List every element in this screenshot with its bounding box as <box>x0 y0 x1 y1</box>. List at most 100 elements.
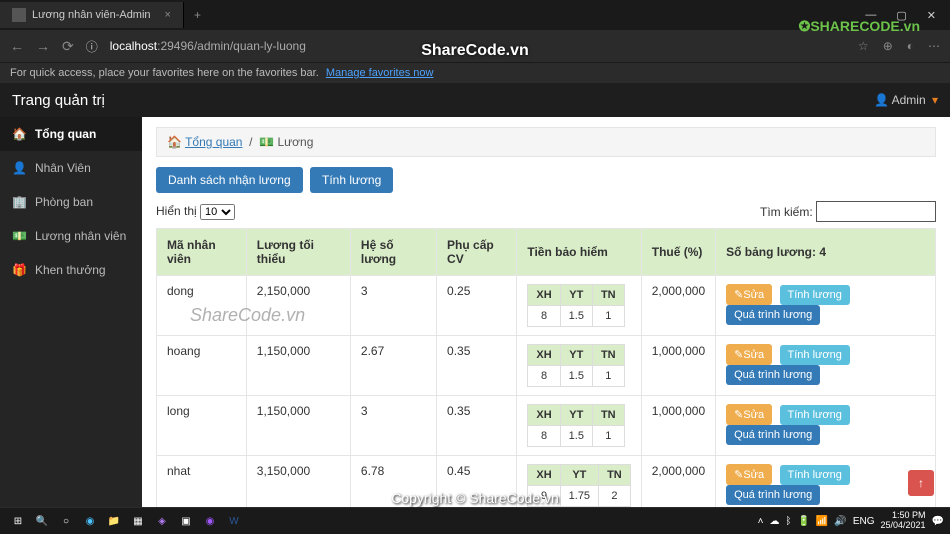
close-window-icon[interactable]: ✕ <box>927 9 936 22</box>
cell-heso: 3 <box>350 276 436 336</box>
wifi-icon[interactable]: 📶 <box>816 516 828 527</box>
money-icon: 💵 <box>259 135 274 149</box>
collections-icon[interactable]: ⊕ <box>883 39 893 53</box>
vs-icon[interactable]: ◈ <box>154 513 170 529</box>
app-header: Trang quản trị 👤 Admin ▾ <box>0 83 950 117</box>
cell-baohiem: XHYTTN81.51 <box>517 276 641 336</box>
table-row: hoang1,150,0002.670.35XHYTTN81.511,000,0… <box>157 336 936 396</box>
cell-thue: 2,000,000 <box>641 456 715 508</box>
col-baohiem: Tiền bảo hiểm <box>517 229 641 276</box>
browser-tab[interactable]: Lương nhân viên-Admin × <box>0 2 184 28</box>
main-content: 🏠 Tổng quan / 💵 Lương Danh sách nhận lươ… <box>142 117 950 507</box>
app-icon[interactable]: ▦ <box>130 513 146 529</box>
cell-ma: dong <box>157 276 247 336</box>
search-label: Tìm kiếm: <box>760 205 813 219</box>
table-row: long1,150,00030.35XHYTTN81.511,000,000✎S… <box>157 396 936 456</box>
edit-button[interactable]: ✎Sửa <box>726 284 772 305</box>
cell-actions: ✎Sửa Tính lương Quá trình lương <box>716 456 936 508</box>
clock[interactable]: 1:50 PM 25/04/2021 <box>881 511 926 531</box>
lang-indicator[interactable]: ENG <box>853 516 875 527</box>
cell-thue: 2,000,000 <box>641 276 715 336</box>
sidebar-item-reward[interactable]: 🎁 Khen thưởng <box>0 253 142 287</box>
list-salary-button[interactable]: Danh sách nhận lương <box>156 167 303 193</box>
chevron-down-icon: ▾ <box>932 93 938 107</box>
app2-icon[interactable]: ▣ <box>178 513 194 529</box>
messenger-icon[interactable]: ◉ <box>202 513 218 529</box>
volume-icon[interactable]: 🔊 <box>834 516 846 527</box>
sidebar: 🏠 Tổng quan 👤 Nhân Viên 🏢 Phòng ban 💵 Lư… <box>0 117 142 507</box>
sidebar-item-label: Tổng quan <box>35 127 96 141</box>
sidebar-item-label: Khen thưởng <box>35 263 106 277</box>
salary-table: Mã nhân viên Lương tối thiểu Hệ số lương… <box>156 228 936 507</box>
calc-button[interactable]: Tính lương <box>780 465 850 485</box>
history-button[interactable]: Quá trình lương <box>726 305 820 325</box>
col-phucap: Phụ cấp CV <box>437 229 517 276</box>
edit-button[interactable]: ✎Sửa <box>726 344 772 365</box>
taskbar: ⊞ 🔍 ○ ◉ 📁 ▦ ◈ ▣ ◉ W ˄ ☁ ᛒ 🔋 📶 🔊 ENG 1:50… <box>0 508 950 534</box>
history-button[interactable]: Quá trình lương <box>726 425 820 445</box>
forward-icon[interactable]: → <box>36 38 50 54</box>
sidebar-item-department[interactable]: 🏢 Phòng ban <box>0 185 142 219</box>
cell-phucap: 0.35 <box>437 396 517 456</box>
favorite-icon[interactable]: ☆ <box>858 39 869 53</box>
page-size-select[interactable]: 10 <box>200 204 235 220</box>
edit-button[interactable]: ✎Sửa <box>726 464 772 485</box>
history-button[interactable]: Quá trình lương <box>726 485 820 505</box>
sidebar-item-overview[interactable]: 🏠 Tổng quan <box>0 117 142 151</box>
favorites-bar: For quick access, place your favorites h… <box>0 62 950 83</box>
user-icon: 👤 <box>12 161 27 175</box>
explorer-icon[interactable]: 📁 <box>106 513 122 529</box>
calc-button[interactable]: Tính lương <box>780 405 850 425</box>
battery-icon[interactable]: 🔋 <box>797 516 809 527</box>
sidebar-item-label: Phòng ban <box>35 195 93 209</box>
manage-favorites-link[interactable]: Manage favorites now <box>326 67 434 79</box>
calc-salary-button[interactable]: Tính lương <box>310 167 393 193</box>
cloud-icon[interactable]: ☁ <box>769 516 779 527</box>
profile-icon[interactable]: ◐ <box>907 39 914 53</box>
cell-ma: nhat <box>157 456 247 508</box>
dashboard-icon: 🏠 <box>12 127 27 141</box>
search-icon[interactable]: 🔍 <box>34 513 50 529</box>
cell-luong: 3,150,000 <box>246 456 350 508</box>
cell-baohiem: XHYTTN81.51 <box>517 396 641 456</box>
copyright-watermark: Copyright © ShareCode.vn <box>391 490 559 506</box>
search-input[interactable] <box>816 201 936 222</box>
tray-up-icon[interactable]: ˄ <box>758 516 764 527</box>
edge-icon[interactable]: ◉ <box>82 513 98 529</box>
close-icon[interactable]: × <box>165 9 171 21</box>
watermark-top: ShareCode.vn <box>421 42 529 60</box>
start-icon[interactable]: ⊞ <box>10 513 26 529</box>
cell-baohiem: XHYTTN81.51 <box>517 336 641 396</box>
arrow-up-icon: ↑ <box>918 476 924 490</box>
menu-icon[interactable]: ⋯ <box>928 39 940 53</box>
cell-heso: 3 <box>350 396 436 456</box>
sidebar-item-employee[interactable]: 👤 Nhân Viên <box>0 151 142 185</box>
cell-luong: 2,150,000 <box>246 276 350 336</box>
bluetooth-icon[interactable]: ᛒ <box>785 516 791 527</box>
info-icon[interactable]: ⓘ <box>86 38 98 55</box>
breadcrumb: 🏠 Tổng quan / 💵 Lương <box>156 127 936 157</box>
new-tab-button[interactable]: + <box>184 8 211 22</box>
page-title: Trang quản trị <box>12 92 105 109</box>
scroll-top-button[interactable]: ↑ <box>908 470 934 496</box>
refresh-icon[interactable]: ⟳ <box>62 38 74 55</box>
calc-button[interactable]: Tính lương <box>780 345 850 365</box>
back-icon[interactable]: ← <box>10 38 24 54</box>
page-favicon <box>12 8 26 22</box>
cell-actions: ✎Sửa Tính lương Quá trình lương <box>716 276 936 336</box>
sidebar-item-salary[interactable]: 💵 Lương nhân viên <box>0 219 142 253</box>
cell-ma: hoang <box>157 336 247 396</box>
breadcrumb-home[interactable]: Tổng quan <box>185 135 242 149</box>
cell-luong: 1,150,000 <box>246 336 350 396</box>
calc-button[interactable]: Tính lương <box>780 285 850 305</box>
cell-luong: 1,150,000 <box>246 396 350 456</box>
edit-button[interactable]: ✎Sửa <box>726 404 772 425</box>
notifications-icon[interactable]: 💬 <box>932 516 944 527</box>
col-heso: Hệ số lương <box>350 229 436 276</box>
money-icon: 💵 <box>12 229 27 243</box>
word-icon[interactable]: W <box>226 513 242 529</box>
history-button[interactable]: Quá trình lương <box>726 365 820 385</box>
cortana-icon[interactable]: ○ <box>58 513 74 529</box>
user-menu[interactable]: 👤 Admin ▾ <box>874 93 938 107</box>
tab-title: Lương nhân viên-Admin <box>32 9 151 21</box>
